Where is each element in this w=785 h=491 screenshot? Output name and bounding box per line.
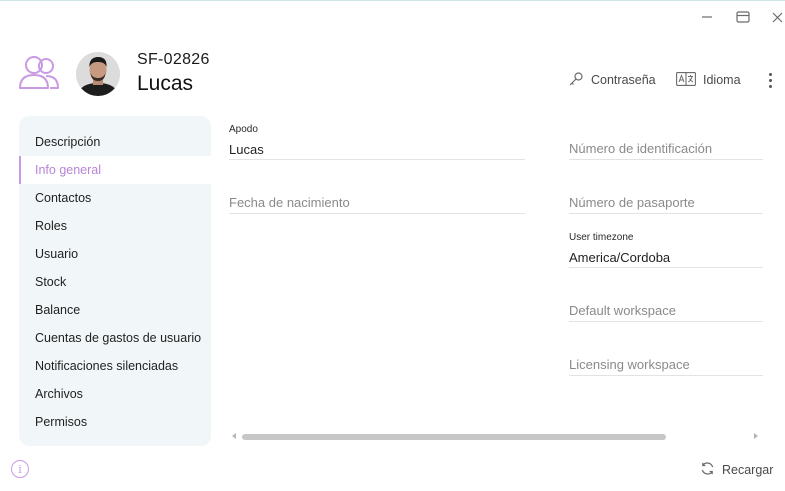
more-vertical-icon[interactable]	[762, 70, 778, 90]
sidebar-item-contactos[interactable]: Contactos	[19, 184, 211, 212]
sidebar-item-permisos[interactable]: Permisos	[19, 408, 211, 436]
key-icon	[568, 71, 584, 90]
sidebar-item-descripcion[interactable]: Descripción	[19, 128, 211, 156]
id-number-placeholder: Número de identificación	[569, 141, 713, 156]
refresh-icon	[700, 461, 715, 479]
language-button-label: Idioma	[703, 73, 741, 87]
licensing-workspace-placeholder: Licensing workspace	[569, 357, 690, 372]
user-timezone-field[interactable]: User timezone America/Cordoba	[569, 232, 763, 268]
sidebar-item-notificaciones[interactable]: Notificaciones silenciadas	[19, 352, 211, 380]
horizontal-scrollbar[interactable]	[229, 430, 763, 442]
id-number-field[interactable]: Número de identificación	[569, 136, 763, 160]
language-button[interactable]: Idioma	[676, 70, 741, 90]
nickname-field[interactable]: Apodo Lucas	[229, 124, 525, 160]
default-workspace-field[interactable]: Default workspace	[569, 298, 763, 322]
sidebar-item-stock[interactable]: Stock	[19, 268, 211, 296]
reload-button-label: Recargar	[722, 463, 774, 477]
sidebar-item-usuario[interactable]: Usuario	[19, 240, 211, 268]
sidebar-item-info-general[interactable]: Info general	[19, 156, 211, 184]
translate-icon	[676, 71, 696, 89]
birthdate-placeholder: Fecha de nacimiento	[229, 195, 350, 210]
default-workspace-placeholder: Default workspace	[569, 303, 676, 318]
reload-button[interactable]: Recargar	[700, 461, 773, 479]
user-timezone-value: America/Cordoba	[569, 250, 671, 265]
scroll-right-arrow-icon[interactable]	[752, 432, 760, 440]
licensing-workspace-field[interactable]: Licensing workspace	[569, 352, 763, 376]
info-icon[interactable]: i	[11, 460, 29, 478]
scroll-left-arrow-icon[interactable]	[230, 432, 238, 440]
window-top-border	[0, 0, 785, 1]
sidebar-item-archivos[interactable]: Archivos	[19, 380, 211, 408]
record-code: SF-02826	[137, 51, 210, 68]
birthdate-field[interactable]: Fecha de nacimiento	[229, 190, 525, 214]
sidebar-item-balance[interactable]: Balance	[19, 296, 211, 324]
sidebar-item-roles[interactable]: Roles	[19, 212, 211, 240]
user-name-title: Lucas	[137, 72, 194, 95]
password-button-label: Contraseña	[591, 73, 656, 87]
sidebar-item-cuentas-gastos[interactable]: Cuentas de gastos de usuario	[19, 324, 211, 352]
maximize-icon[interactable]	[734, 8, 752, 26]
minimize-icon[interactable]	[698, 8, 716, 26]
passport-number-placeholder: Número de pasaporte	[569, 195, 695, 210]
nickname-label: Apodo	[229, 124, 258, 135]
nickname-value: Lucas	[229, 142, 264, 157]
passport-number-field[interactable]: Número de pasaporte	[569, 190, 763, 214]
avatar[interactable]	[76, 52, 120, 96]
close-icon[interactable]	[768, 8, 785, 26]
scrollbar-thumb[interactable]	[242, 434, 666, 440]
password-button[interactable]: Contraseña	[568, 70, 656, 90]
sidebar-nav: Descripción Info general Contactos Roles…	[19, 116, 211, 446]
user-timezone-label: User timezone	[569, 232, 634, 243]
users-icon	[16, 52, 62, 94]
